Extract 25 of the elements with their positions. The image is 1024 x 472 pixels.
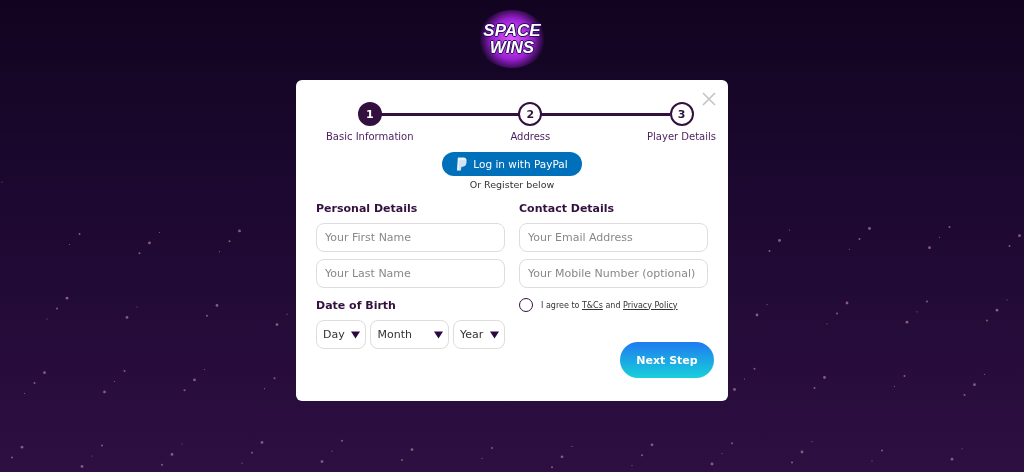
terms-link[interactable]: Privacy Policy	[623, 300, 678, 310]
section-heading: Personal Details	[316, 202, 419, 215]
step-label: Basic Information	[326, 131, 414, 142]
input-field[interactable]: Your First Name	[316, 223, 505, 252]
date-select[interactable]: Day	[316, 320, 367, 349]
step-number: 2	[518, 102, 543, 126]
paypal-login-button[interactable]: Log in with PayPal	[442, 152, 582, 176]
caret-icon	[490, 330, 499, 339]
step-number: 3	[669, 102, 694, 126]
date-select[interactable]: Year	[453, 320, 505, 349]
agreement-text: I agree to T&Cs and Privacy Policy	[541, 300, 678, 310]
step-number: 1	[357, 102, 382, 126]
terms-link[interactable]: T&Cs	[581, 300, 603, 310]
date-select[interactable]: Month	[370, 320, 449, 349]
input-field[interactable]: Your Last Name	[316, 259, 505, 288]
register-hint: Or Register below	[469, 179, 555, 190]
section-heading: Contact Details	[519, 202, 616, 215]
input-field[interactable]: Your Mobile Number (optional)	[519, 259, 708, 288]
step-label: Player Details	[647, 131, 716, 142]
caret-icon	[351, 330, 361, 339]
paypal-icon	[456, 157, 468, 171]
step-label: Address	[510, 131, 551, 142]
section-heading: Date of Birth	[316, 299, 397, 312]
input-field[interactable]: Your Email Address	[519, 223, 708, 252]
caret-icon	[434, 330, 443, 339]
